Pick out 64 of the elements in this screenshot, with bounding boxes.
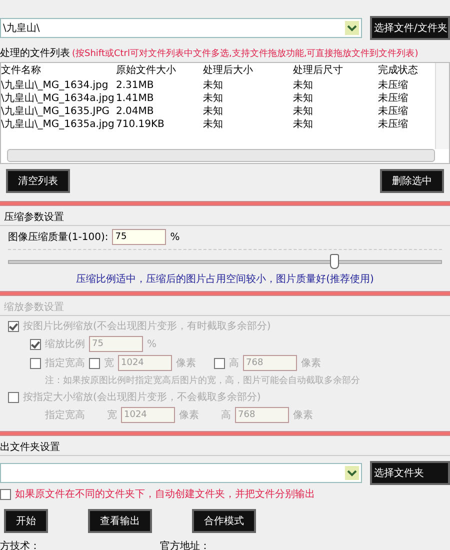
checkbox-label: 缩放比例 [45, 338, 85, 351]
width-label: 宽 [107, 408, 117, 422]
quality-label: 图像压缩质量(1-100): [8, 230, 108, 244]
scaling-note: 注：如果按原图比例时指定宽高后图片的宽，高，图片可能会自动截取多余部分 [44, 374, 361, 387]
table-cell-text: 未压缩 [378, 105, 409, 118]
path-combo[interactable]: \九皇山\ [0, 18, 362, 38]
table-cell-text: 未知 [293, 79, 314, 92]
width-label: 宽 [104, 356, 114, 370]
table-cell-text: 2.31MB [116, 79, 155, 92]
section-title: 压缩参数设置 [0, 209, 450, 226]
table-cell-text: \九皇山\_MG_1635a.jpg [1, 118, 116, 131]
table-cell-text: 1.41MB [116, 92, 155, 105]
height-label: 高 [229, 356, 239, 370]
quality-input[interactable]: 75 [112, 229, 166, 245]
percent-unit: % [170, 232, 180, 242]
select-folder-button[interactable]: 选择文件夹 [370, 461, 450, 485]
section-title: 缩放参数设置 [0, 299, 450, 316]
slider-thumb[interactable] [330, 254, 338, 269]
pixel-unit: 像素 [293, 408, 313, 422]
percent-unit: % [147, 338, 157, 350]
height-label: 高 [221, 408, 231, 422]
pixel-unit: 像素 [301, 356, 321, 370]
file-list-hint: (按Shift或Ctrl可对文件列表中文件多选,支持文件拖放功能,可直接拖放文件到文件列表) [72, 48, 418, 60]
table-cell-text: 未压缩 [378, 79, 409, 92]
horizontal-scrollbar[interactable] [7, 149, 435, 162]
column-header[interactable]: 完成状态 [378, 63, 433, 79]
file-list-title: 处理的文件列表 [0, 46, 70, 60]
table-cell-text: 2.04MB [116, 105, 155, 118]
footer-label: 官方地址： [160, 540, 210, 550]
table-cell-text: 未知 [203, 92, 224, 105]
vertical-scrollbar[interactable] [435, 63, 449, 149]
checkbox-label: 指定宽高 [45, 356, 85, 370]
table-cell-text: 710.19KB [116, 118, 166, 131]
size-label: 指定宽高 [45, 408, 85, 422]
compression-note: 压缩比例适中，压缩后的图片占用空间较小，图片质量好(推荐使用) [75, 272, 375, 286]
table-cell-text: 未压缩 [378, 118, 409, 131]
table-cell-text: \九皇山\_MG_1634a.jpg [1, 92, 116, 105]
action-button[interactable]: 开始 [4, 509, 48, 533]
table-cell-text: 未知 [203, 105, 224, 118]
checkbox[interactable] [0, 488, 11, 500]
table-cell-text: 未知 [203, 118, 224, 131]
section-title: 出文件夹设置 [0, 439, 450, 456]
column-header[interactable]: 处理后尺寸 [293, 63, 378, 79]
action-button[interactable]: 合作模式 [192, 509, 256, 533]
list-button[interactable]: 清空列表 [6, 169, 70, 193]
quality-slider[interactable] [8, 249, 442, 270]
table-cell-text: 未知 [203, 79, 224, 92]
column-header[interactable]: 处理后大小 [203, 63, 293, 79]
column-header[interactable]: 文件名称 [1, 63, 116, 79]
table-cell-text: \九皇山\_MG_1635.JPG [1, 105, 110, 118]
pixel-unit: 像素 [179, 408, 199, 422]
table-cell-text: 未知 [293, 92, 314, 105]
table-cell-text: 未知 [293, 105, 314, 118]
checkbox-label: 如果原文件在不同的文件夹下，自动创建文件夹，并把文件分别输出 [15, 488, 315, 501]
table-cell-text: 未压缩 [378, 92, 409, 105]
list-button[interactable]: 删除选中 [380, 169, 444, 193]
checkbox-label: 按指定大小缩放(会出现图片变形，不会截取多余部分) [23, 390, 261, 404]
pixel-unit: 像素 [176, 356, 196, 370]
table-cell-text: \九皇山\_MG_1634.jpg [1, 79, 110, 92]
column-header[interactable]: 原始文件大小 [116, 63, 203, 79]
select-files-button[interactable]: 选择文件/文件夹 [370, 16, 450, 40]
checkbox-label: 按图片比例缩放(不会出现图片变形，有时截取多余部分) [23, 320, 271, 333]
action-button[interactable]: 查看输出 [88, 509, 152, 533]
table-cell-text: 未知 [293, 118, 314, 131]
